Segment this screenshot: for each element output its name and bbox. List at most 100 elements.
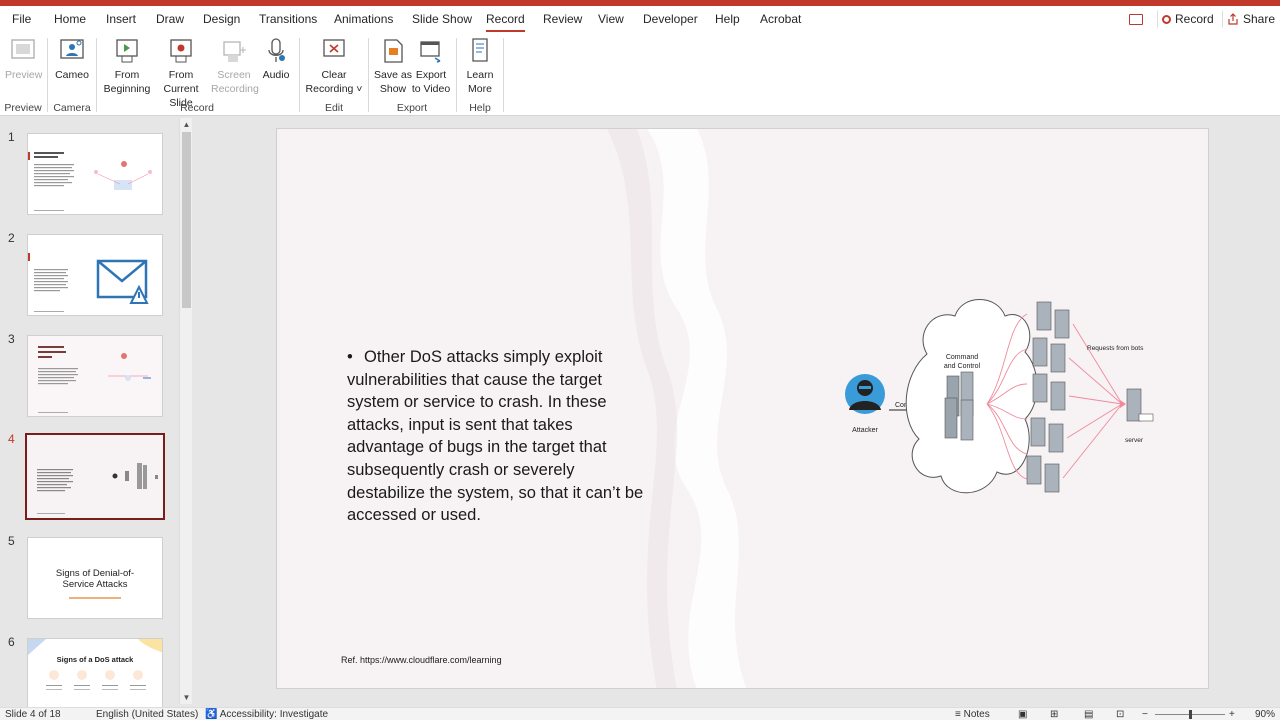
ribbon: Preview Cameo From Beginning From Curren… [0,32,1280,116]
tab-animations[interactable]: Animations [334,12,393,26]
thumbnail-scrollbar[interactable]: ▲ ▼ [179,118,192,704]
share-button[interactable]: Share [1222,10,1280,28]
tab-design[interactable]: Design [203,12,240,26]
scrollbar-thumb[interactable] [182,132,191,308]
thumbnail-preview [28,253,149,312]
tab-help[interactable]: Help [715,12,740,26]
zoom-slider-thumb[interactable] [1189,710,1192,719]
slide-thumbnail-1[interactable] [27,133,163,215]
clear-recording-icon [320,36,348,66]
learn-more-label-1: Learn [466,69,494,81]
reference-text[interactable]: Ref. https://www.cloudflare.com/learning [341,655,502,665]
screen-recording-button[interactable]: Screen Recording [211,36,259,96]
ribbon-separator [47,38,48,112]
learn-more-button[interactable]: Learn More [463,36,497,96]
target-server-base [1138,413,1154,422]
slide-number: 6 [8,635,15,649]
slide-number: 3 [8,332,15,346]
cameo-icon [58,36,86,66]
group-label-camera: Camera [53,102,91,114]
tab-slide-show[interactable]: Slide Show [412,12,472,26]
slide-sorter-icon[interactable]: ⊞ [1050,709,1058,720]
ribbon-separator [299,38,300,112]
save-as-show-label-1: Save as [374,69,412,81]
normal-view-icon[interactable]: ▣ [1018,709,1027,720]
thumbnail-title: Signs of a DoS attack [56,655,134,664]
cameo-button[interactable]: Cameo [53,36,91,82]
notes-button[interactable]: ≡ Notes [955,709,990,720]
export-video-icon [417,36,445,66]
share-button-label: Share [1243,12,1276,26]
from-beginning-label-1: From [114,69,140,81]
ribbon-separator [96,38,97,112]
preview-button[interactable]: Preview [5,36,43,82]
thumbnail-underline [69,597,121,599]
save-as-show-label-2: Show [379,83,407,95]
thumbnail-title: Signs of Denial-of-Service Attacks [55,568,135,590]
from-beginning-label-2: Beginning [103,83,151,95]
audio-button[interactable]: Audio [259,36,293,82]
preview-label: Preview [5,69,43,81]
slide-bullet-text[interactable]: • Other DoS attacks simply exploit vulne… [347,346,647,527]
learn-more-label-2: More [468,83,492,95]
slide-number-active: 4 [8,432,15,446]
language-indicator[interactable]: English (United States) [96,709,198,720]
thumbnail-preview [28,336,162,416]
tab-file[interactable]: File [12,12,31,26]
from-beginning-button[interactable]: From Beginning [102,36,152,96]
clear-recording-button[interactable]: Clear Recording ˅ [305,36,363,96]
cnc-label-2: and Control [944,363,981,370]
ribbon-separator [503,38,504,112]
tab-record[interactable]: Record [486,12,525,32]
from-current-label-1: From [168,69,194,81]
zoom-out-icon[interactable]: − [1142,709,1148,720]
comment-icon [1129,13,1143,25]
clear-recording-label-2: Recording ˅ [305,83,363,95]
tab-draw[interactable]: Draw [156,12,184,26]
from-current-slide-button[interactable]: From Current Slide [152,36,210,110]
tab-view[interactable]: View [598,12,624,26]
zoom-level[interactable]: 90% [1255,709,1275,720]
tab-developer[interactable]: Developer [643,12,698,26]
tab-acrobat[interactable]: Acrobat [760,12,801,26]
accessibility-status[interactable]: ♿ Accessibility: Investigate [205,709,328,720]
slide-number: 5 [8,534,15,548]
screen-recording-label-2: Recording [211,83,259,95]
scroll-up-icon[interactable]: ▲ [182,120,191,129]
tab-insert[interactable]: Insert [106,12,136,26]
tab-review[interactable]: Review [543,12,582,26]
cameo-label: Cameo [55,69,89,81]
slide-counter: Slide 4 of 18 [5,709,61,720]
screen-recording-label-1: Screen [217,69,251,81]
requests-label: Requests from bots [1087,345,1144,352]
ribbon-separator [368,38,369,112]
menu-bar: File Home Insert Draw Design Transitions… [0,6,1280,32]
slide-thumbnail-2[interactable] [27,234,163,316]
record-from-beginning-icon [113,36,141,66]
comments-button[interactable] [1124,10,1148,28]
slide-thumbnail-5[interactable]: Signs of Denial-of-Service Attacks [27,537,163,619]
thumbnail-preview [28,152,152,211]
slide-thumbnail-3[interactable] [27,335,163,417]
audio-label: Audio [262,69,290,81]
bullet-dot: • [347,348,353,366]
group-label-edit: Edit [324,102,344,114]
tab-home[interactable]: Home [54,12,86,26]
slide-thumbnail-4[interactable] [25,433,165,520]
slide-number: 1 [8,130,15,144]
record-button[interactable]: Record [1157,10,1219,28]
book-icon [466,36,494,66]
slide-canvas[interactable]: • Other DoS attacks simply exploit vulne… [276,128,1209,689]
tab-transitions[interactable]: Transitions [259,12,317,26]
thumbnail-pane: 1 2 3 4 5 Signs of Denial-of-Service Att… [0,117,195,720]
save-as-show-button[interactable]: Save as Show [373,36,413,96]
export-to-video-button[interactable]: Export to Video [411,36,451,96]
slide-show-view-icon[interactable]: ⊡ [1116,709,1124,720]
scroll-down-icon[interactable]: ▼ [182,693,191,702]
export-to-video-label-1: Export [415,69,447,81]
zoom-in-icon[interactable]: + [1229,709,1235,720]
request-arrowhead [1120,400,1126,408]
reading-view-icon[interactable]: ▤ [1084,709,1093,720]
accessibility-icon: ♿ [205,709,218,720]
dos-attack-diagram: Attacker Command Command and Control [845,299,1154,494]
